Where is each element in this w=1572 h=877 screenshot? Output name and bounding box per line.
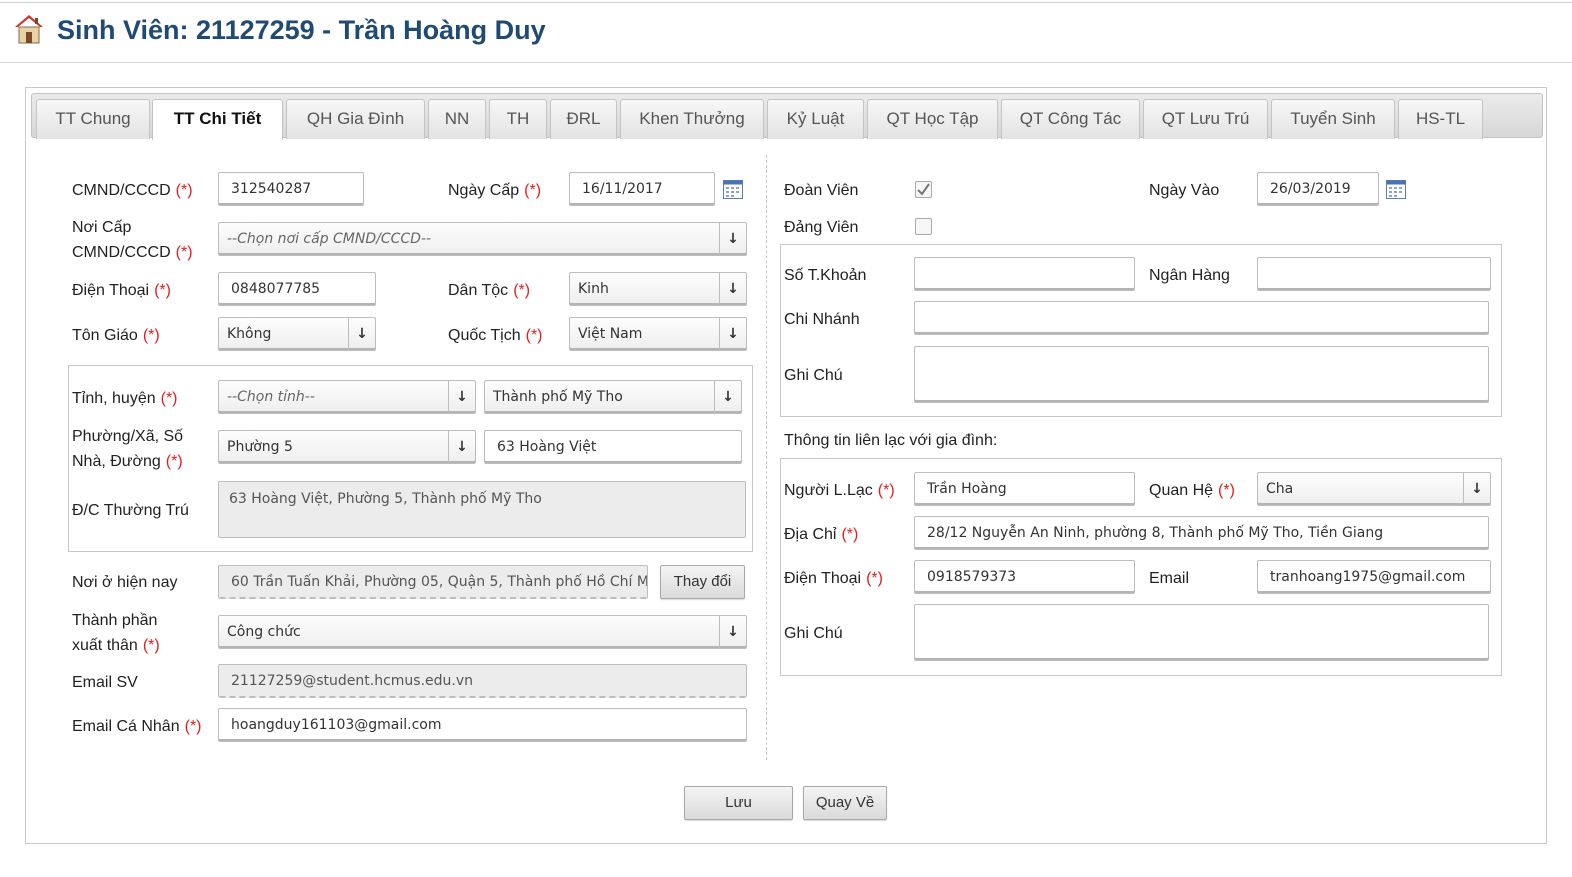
dia-chi-label: Địa Chỉ (*): [784, 526, 859, 543]
dan-toc-select[interactable]: Kinh ↓: [569, 272, 747, 306]
doan-vien-label: Đoàn Viên: [784, 182, 859, 199]
ngay-vao-label: Ngày Vào: [1149, 182, 1220, 199]
quoc-tich-label: Quốc Tịch (*): [448, 327, 543, 344]
dang-vien-checkbox[interactable]: [915, 218, 932, 235]
dropdown-arrow-icon: ↓: [1463, 473, 1490, 505]
ngan-hang-input[interactable]: [1257, 257, 1491, 291]
ngay-vao-input[interactable]: 26/03/2019: [1257, 172, 1379, 206]
dropdown-arrow-icon: ↓: [719, 318, 746, 350]
quan-he-select[interactable]: Cha ↓: [1257, 472, 1491, 506]
dia-chi-input[interactable]: 28/12 Nguyễn An Ninh, phường 8, Thành ph…: [914, 516, 1489, 550]
ghi-chu-bank-textarea[interactable]: [914, 346, 1489, 403]
dropdown-arrow-icon: ↓: [719, 223, 746, 255]
thanh-phan-label-line2: xuất thân (*): [72, 637, 160, 654]
huyen-select[interactable]: Thành phố Mỹ Tho ↓: [484, 380, 742, 414]
tab-nn[interactable]: NN: [428, 99, 486, 139]
family-section-title: Thông tin liên lạc với gia đình:: [784, 432, 998, 449]
dropdown-arrow-icon: ↓: [714, 381, 741, 413]
tab-qt-cong-tac[interactable]: QT Công Tác: [1001, 99, 1140, 139]
email-sv-label: Email SV: [72, 674, 138, 691]
quan-he-label: Quan Hệ (*): [1149, 482, 1235, 499]
save-button[interactable]: Lưu: [684, 786, 793, 820]
tab-th[interactable]: TH: [489, 99, 547, 139]
phuong-select[interactable]: Phường 5 ↓: [218, 430, 476, 464]
nguoi-lien-lac-label: Người L.Lạc (*): [784, 482, 895, 499]
home-icon: [15, 15, 43, 44]
column-divider: [766, 155, 767, 760]
email-ca-nhan-input[interactable]: hoangduy161103@gmail.com: [218, 708, 747, 742]
ngan-hang-label: Ngân Hàng: [1149, 267, 1230, 284]
dien-thoai-input[interactable]: 0848077785: [218, 272, 376, 306]
back-button[interactable]: Quay Về: [803, 786, 887, 820]
so-nha-input[interactable]: 63 Hoàng Việt: [484, 430, 742, 464]
tab-drl[interactable]: ĐRL: [550, 99, 617, 139]
ghi-chu-gd-label: Ghi Chú: [784, 625, 843, 642]
tab-qt-hoc-tap[interactable]: QT Học Tập: [867, 99, 998, 139]
cmnd-label: CMND/CCCD (*): [72, 182, 193, 199]
dien-thoai-gd-label: Điện Thoại (*): [784, 570, 883, 587]
phuong-xa-label-line2: Nhà, Đường (*): [72, 453, 183, 470]
noi-o-label: Nơi ở hiện nay: [72, 574, 178, 591]
ghi-chu-gd-textarea[interactable]: [914, 604, 1489, 661]
thanh-phan-select[interactable]: Công chức ↓: [218, 615, 747, 649]
dien-thoai-gd-input[interactable]: 0918579373: [914, 560, 1135, 594]
noi-o-field: 60 Trần Tuấn Khải, Phường 05, Quận 5, Th…: [218, 565, 648, 599]
so-tk-input[interactable]: [914, 257, 1135, 291]
quoc-tich-select[interactable]: Việt Nam ↓: [569, 317, 747, 351]
dan-toc-label: Dân Tộc (*): [448, 282, 531, 299]
email-sv-field: 21127259@student.hcmus.edu.vn: [218, 664, 747, 698]
noi-cap-label: Nơi Cấp: [72, 219, 132, 236]
ton-giao-label: Tôn Giáo (*): [72, 327, 160, 344]
chi-nhanh-input[interactable]: [914, 301, 1489, 335]
dang-vien-label: Đảng Viên: [784, 219, 859, 236]
nguoi-lien-lac-input[interactable]: Trần Hoàng: [914, 472, 1135, 506]
tab-qh-gia-dinh[interactable]: QH Gia Đình: [286, 99, 425, 139]
email-ca-nhan-label: Email Cá Nhân (*): [72, 718, 202, 735]
chi-nhanh-label: Chi Nhánh: [784, 311, 860, 328]
phuong-xa-label: Phường/Xã, Số: [72, 428, 184, 445]
cmnd-input[interactable]: 312540287: [218, 172, 364, 206]
noi-cap-select[interactable]: --Chọn nơi cấp CMND/CCCD-- ↓: [218, 222, 747, 256]
dropdown-arrow-icon: ↓: [448, 381, 475, 413]
noi-cap-label-line2: CMND/CCCD (*): [72, 244, 193, 261]
ngay-cap-input[interactable]: 16/11/2017: [569, 172, 715, 206]
tinh-huyen-label: Tỉnh, huyện (*): [72, 390, 178, 407]
tab-tt-chung[interactable]: TT Chung: [36, 99, 150, 139]
email-gd-label: Email: [1149, 570, 1190, 587]
calendar-icon[interactable]: [1386, 179, 1406, 199]
tab-hs-tl[interactable]: HS-TL: [1398, 99, 1483, 139]
ghi-chu-bank-label: Ghi Chú: [784, 367, 843, 384]
change-address-button[interactable]: Thay đổi: [660, 565, 745, 599]
dropdown-arrow-icon: ↓: [719, 273, 746, 305]
calendar-icon[interactable]: [723, 179, 743, 199]
dc-thuong-tru-field: 63 Hoàng Việt, Phường 5, Thành phố Mỹ Th…: [218, 481, 746, 538]
tab-khen-thuong[interactable]: Khen Thưởng: [620, 99, 764, 139]
check-icon: [917, 183, 930, 196]
page-title: Sinh Viên: 21127259 - Trần Hoàng Duy: [57, 15, 546, 45]
ton-giao-select[interactable]: Không ↓: [218, 317, 376, 351]
tinh-select[interactable]: --Chọn tỉnh-- ↓: [218, 380, 476, 414]
tab-tt-chi-tiet[interactable]: TT Chi Tiết: [152, 99, 283, 140]
dien-thoai-label: Điện Thoại (*): [72, 282, 171, 299]
tab-tuyen-sinh[interactable]: Tuyển Sinh: [1271, 99, 1395, 139]
doan-vien-checkbox[interactable]: [915, 181, 932, 198]
so-tk-label: Số T.Khoản: [784, 267, 867, 284]
dropdown-arrow-icon: ↓: [348, 318, 375, 350]
ngay-cap-label: Ngày Cấp (*): [448, 182, 542, 199]
dc-thuong-tru-label: Đ/C Thường Trú: [72, 502, 189, 519]
thanh-phan-label: Thành phần: [72, 612, 158, 629]
email-gd-input[interactable]: tranhoang1975@gmail.com: [1257, 560, 1491, 594]
tab-ky-luat[interactable]: Kỷ Luật: [767, 99, 864, 139]
tab-qt-luu-tru[interactable]: QT Lưu Trú: [1143, 99, 1268, 139]
dropdown-arrow-icon: ↓: [719, 616, 746, 648]
page-header: Sinh Viên: 21127259 - Trần Hoàng Duy: [0, 3, 1572, 63]
dropdown-arrow-icon: ↓: [448, 431, 475, 463]
tab-bar: TT Chung TT Chi Tiết QH Gia Đình NN TH Đ…: [31, 93, 1543, 140]
